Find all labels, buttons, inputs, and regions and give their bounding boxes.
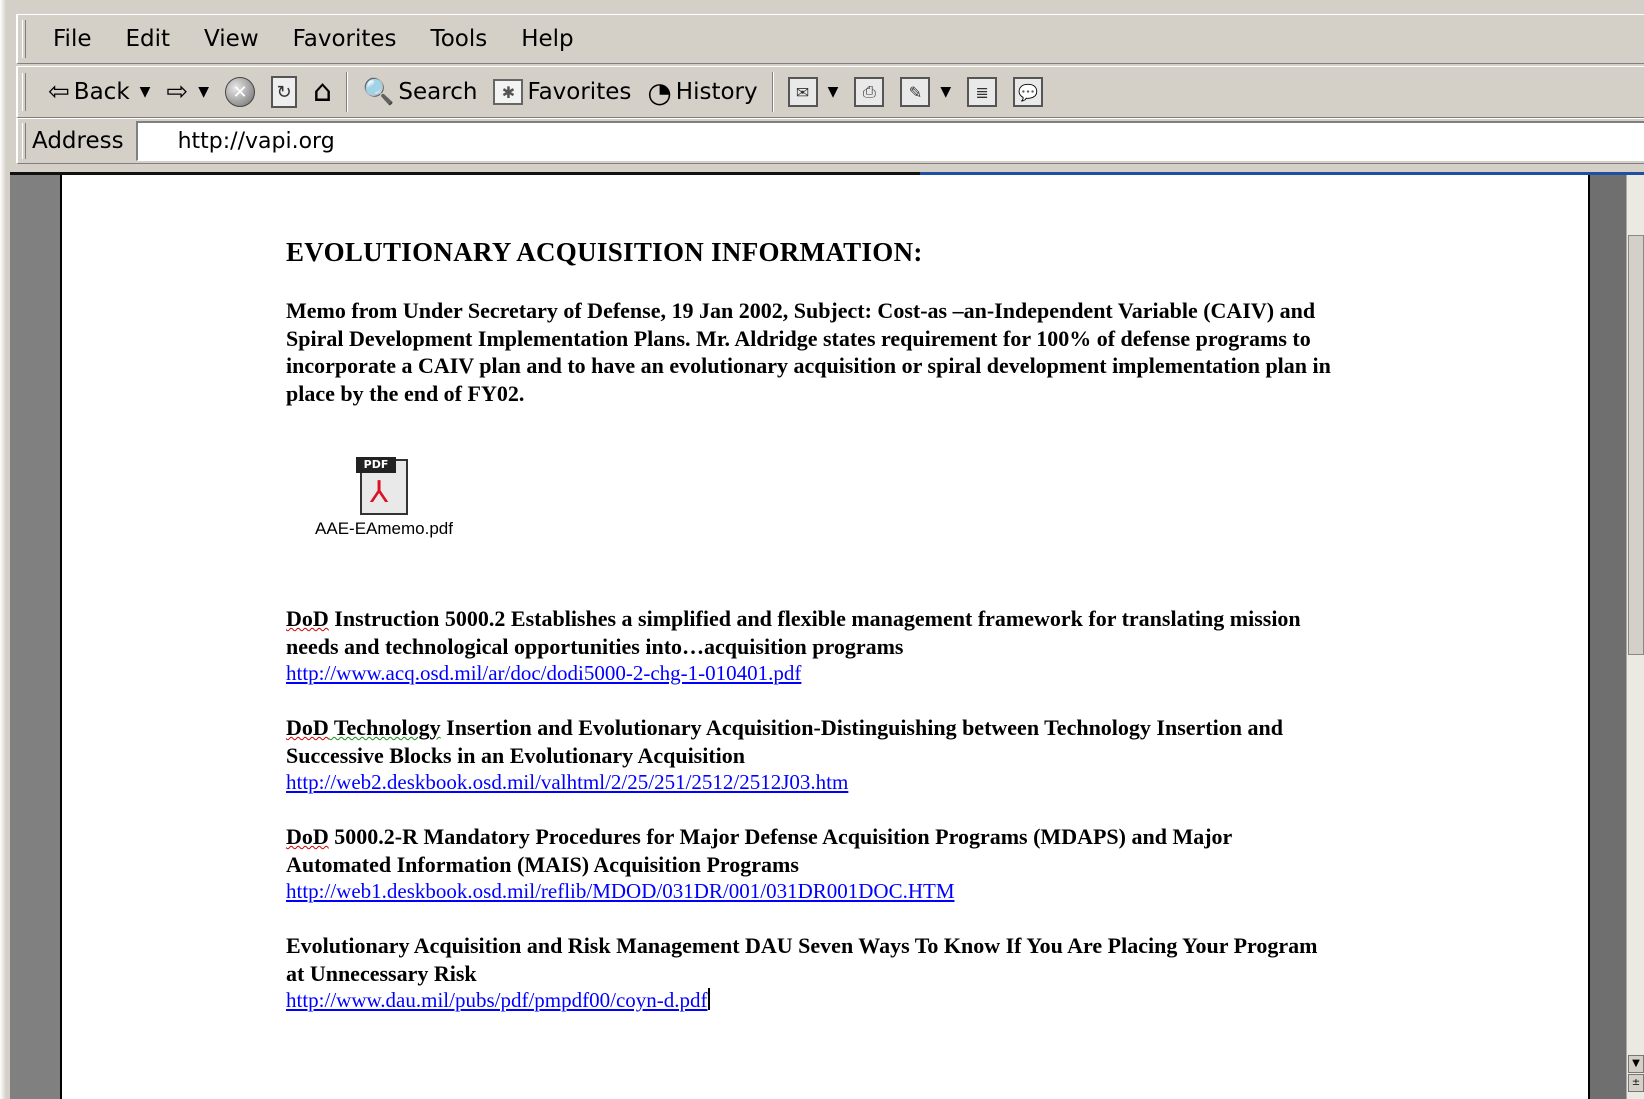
entry-link[interactable]: http://www.acq.osd.mil/ar/doc/dodi5000-2…	[286, 660, 1336, 687]
menu-tools[interactable]: Tools	[414, 26, 505, 52]
page-title: EVOLUTIONARY ACQUISITION INFORMATION:	[286, 237, 923, 267]
pdf-filename: AAE-EAmemo.pdf	[315, 519, 453, 538]
window-frame-left	[0, 0, 10, 1099]
memo-paragraph: Memo from Under Secretary of Defense, 19…	[286, 298, 1331, 406]
pdf-attachment[interactable]: PDF ⅄ AAE-EAmemo.pdf	[314, 457, 454, 539]
mail-icon: ✉	[787, 77, 818, 107]
document-gutter-left	[10, 175, 60, 1099]
content-viewport: EVOLUTIONARY ACQUISITION INFORMATION: Me…	[10, 172, 1644, 1099]
scroll-thumb[interactable]	[1628, 235, 1644, 655]
menu-help[interactable]: Help	[504, 26, 590, 52]
entry-technology-insertion: DoD Technology Insertion and Evolutionar…	[286, 714, 1336, 796]
refresh-button[interactable]: ↻	[263, 70, 305, 114]
pdf-file-icon: PDF ⅄	[356, 457, 412, 515]
entry-link[interactable]: http://web2.deskbook.osd.mil/valhtml/2/2…	[286, 769, 1336, 796]
document-page: EVOLUTIONARY ACQUISITION INFORMATION: Me…	[60, 175, 1590, 1099]
menu-favorites[interactable]: Favorites	[276, 26, 414, 52]
history-label: History	[675, 79, 758, 105]
favorites-button[interactable]: ✱ Favorites	[485, 70, 639, 114]
document-gutter-right	[1590, 175, 1626, 1099]
menu-bar: File Edit View Favorites Tools Help	[16, 14, 1644, 64]
scroll-down-icon[interactable]: ▼	[1628, 1055, 1644, 1073]
entry-link[interactable]: http://www.dau.mil/pubs/pdf/pmpdf00/coyn…	[286, 988, 708, 1012]
entry-text: Evolutionary Acquisition and Risk Manage…	[286, 933, 1318, 986]
search-icon: 🔍	[362, 77, 395, 107]
history-button[interactable]: ◔ History	[639, 70, 765, 114]
menu-bar-grip[interactable]	[22, 20, 26, 58]
menu-edit[interactable]: Edit	[109, 26, 188, 52]
history-icon: ◔	[647, 75, 672, 109]
back-dropdown-icon[interactable]: ▼	[140, 84, 151, 100]
text-cursor	[707, 988, 710, 1010]
search-label: Search	[398, 79, 478, 105]
entry-link-line: http://www.dau.mil/pubs/pdf/pmpdf00/coyn…	[286, 987, 1336, 1014]
entry-risk-management: Evolutionary Acquisition and Risk Manage…	[286, 932, 1336, 1014]
forward-button[interactable]: ⇨ ▼	[158, 70, 217, 114]
mail-dropdown-icon[interactable]: ▼	[828, 84, 839, 100]
address-bar: Address http://vapi.org	[16, 118, 1644, 164]
acrobat-symbol-icon: ⅄	[370, 475, 389, 510]
print-button[interactable]: ⎙	[846, 70, 892, 114]
pdf-badge: PDF	[356, 457, 396, 473]
entry-prefix: DoD	[286, 715, 329, 740]
messenger-icon: 💬	[1013, 77, 1044, 107]
address-bar-grip[interactable]	[22, 123, 26, 159]
standard-toolbar: ⇦ Back ▼ ⇨ ▼ ✕ ↻ ⌂ 🔍 Search ✱ Favorites …	[16, 66, 1644, 118]
toolbar-grip[interactable]	[22, 73, 26, 111]
entry-prefix: DoD	[286, 606, 329, 631]
toolbar-separator	[346, 72, 349, 112]
menu-view[interactable]: View	[187, 26, 276, 52]
refresh-icon: ↻	[271, 76, 297, 108]
forward-arrow-icon: ⇨	[166, 77, 189, 107]
search-button[interactable]: 🔍 Search	[354, 70, 485, 114]
favorites-label: Favorites	[527, 79, 632, 105]
back-label: Back	[73, 79, 130, 105]
entry-dodi-5000-2: DoD Instruction 5000.2 Establishes a sim…	[286, 605, 1336, 687]
home-icon: ⌂	[313, 74, 333, 109]
favorites-icon: ✱	[493, 79, 524, 105]
home-button[interactable]: ⌂	[305, 70, 340, 114]
entry-middle: Technology	[328, 715, 441, 740]
entry-text: 5000.2-R Mandatory Procedures for Major …	[286, 824, 1232, 877]
back-button[interactable]: ⇦ Back ▼	[40, 70, 158, 114]
entry-text: Instruction 5000.2 Establishes a simplif…	[286, 606, 1301, 659]
entry-link[interactable]: http://web1.deskbook.osd.mil/reflib/MDOD…	[286, 878, 1336, 905]
stop-button[interactable]: ✕	[217, 70, 263, 114]
edit-page-icon: ✎	[900, 77, 931, 107]
entry-dod-5000-2-r: DoD 5000.2-R Mandatory Procedures for Ma…	[286, 823, 1336, 905]
messenger-button[interactable]: 💬	[1005, 70, 1051, 114]
vertical-scrollbar[interactable]: ▼ ±	[1626, 175, 1644, 1099]
edit-dropdown-icon[interactable]: ▼	[940, 84, 951, 100]
forward-dropdown-icon[interactable]: ▼	[198, 84, 209, 100]
menu-file[interactable]: File	[36, 26, 109, 52]
edit-button[interactable]: ✎ ▼	[892, 70, 959, 114]
toolbar-separator	[771, 72, 774, 112]
scroll-page-icon[interactable]: ±	[1628, 1074, 1644, 1092]
discuss-button[interactable]: ≣	[959, 70, 1005, 114]
discuss-icon: ≣	[967, 77, 998, 107]
address-input[interactable]: http://vapi.org	[135, 121, 1644, 161]
back-arrow-icon: ⇦	[48, 77, 70, 107]
stop-icon: ✕	[225, 77, 255, 107]
mail-button[interactable]: ✉ ▼	[780, 70, 847, 114]
print-icon: ⎙	[854, 77, 885, 107]
entry-prefix: DoD	[286, 824, 329, 849]
address-label: Address	[32, 128, 124, 154]
